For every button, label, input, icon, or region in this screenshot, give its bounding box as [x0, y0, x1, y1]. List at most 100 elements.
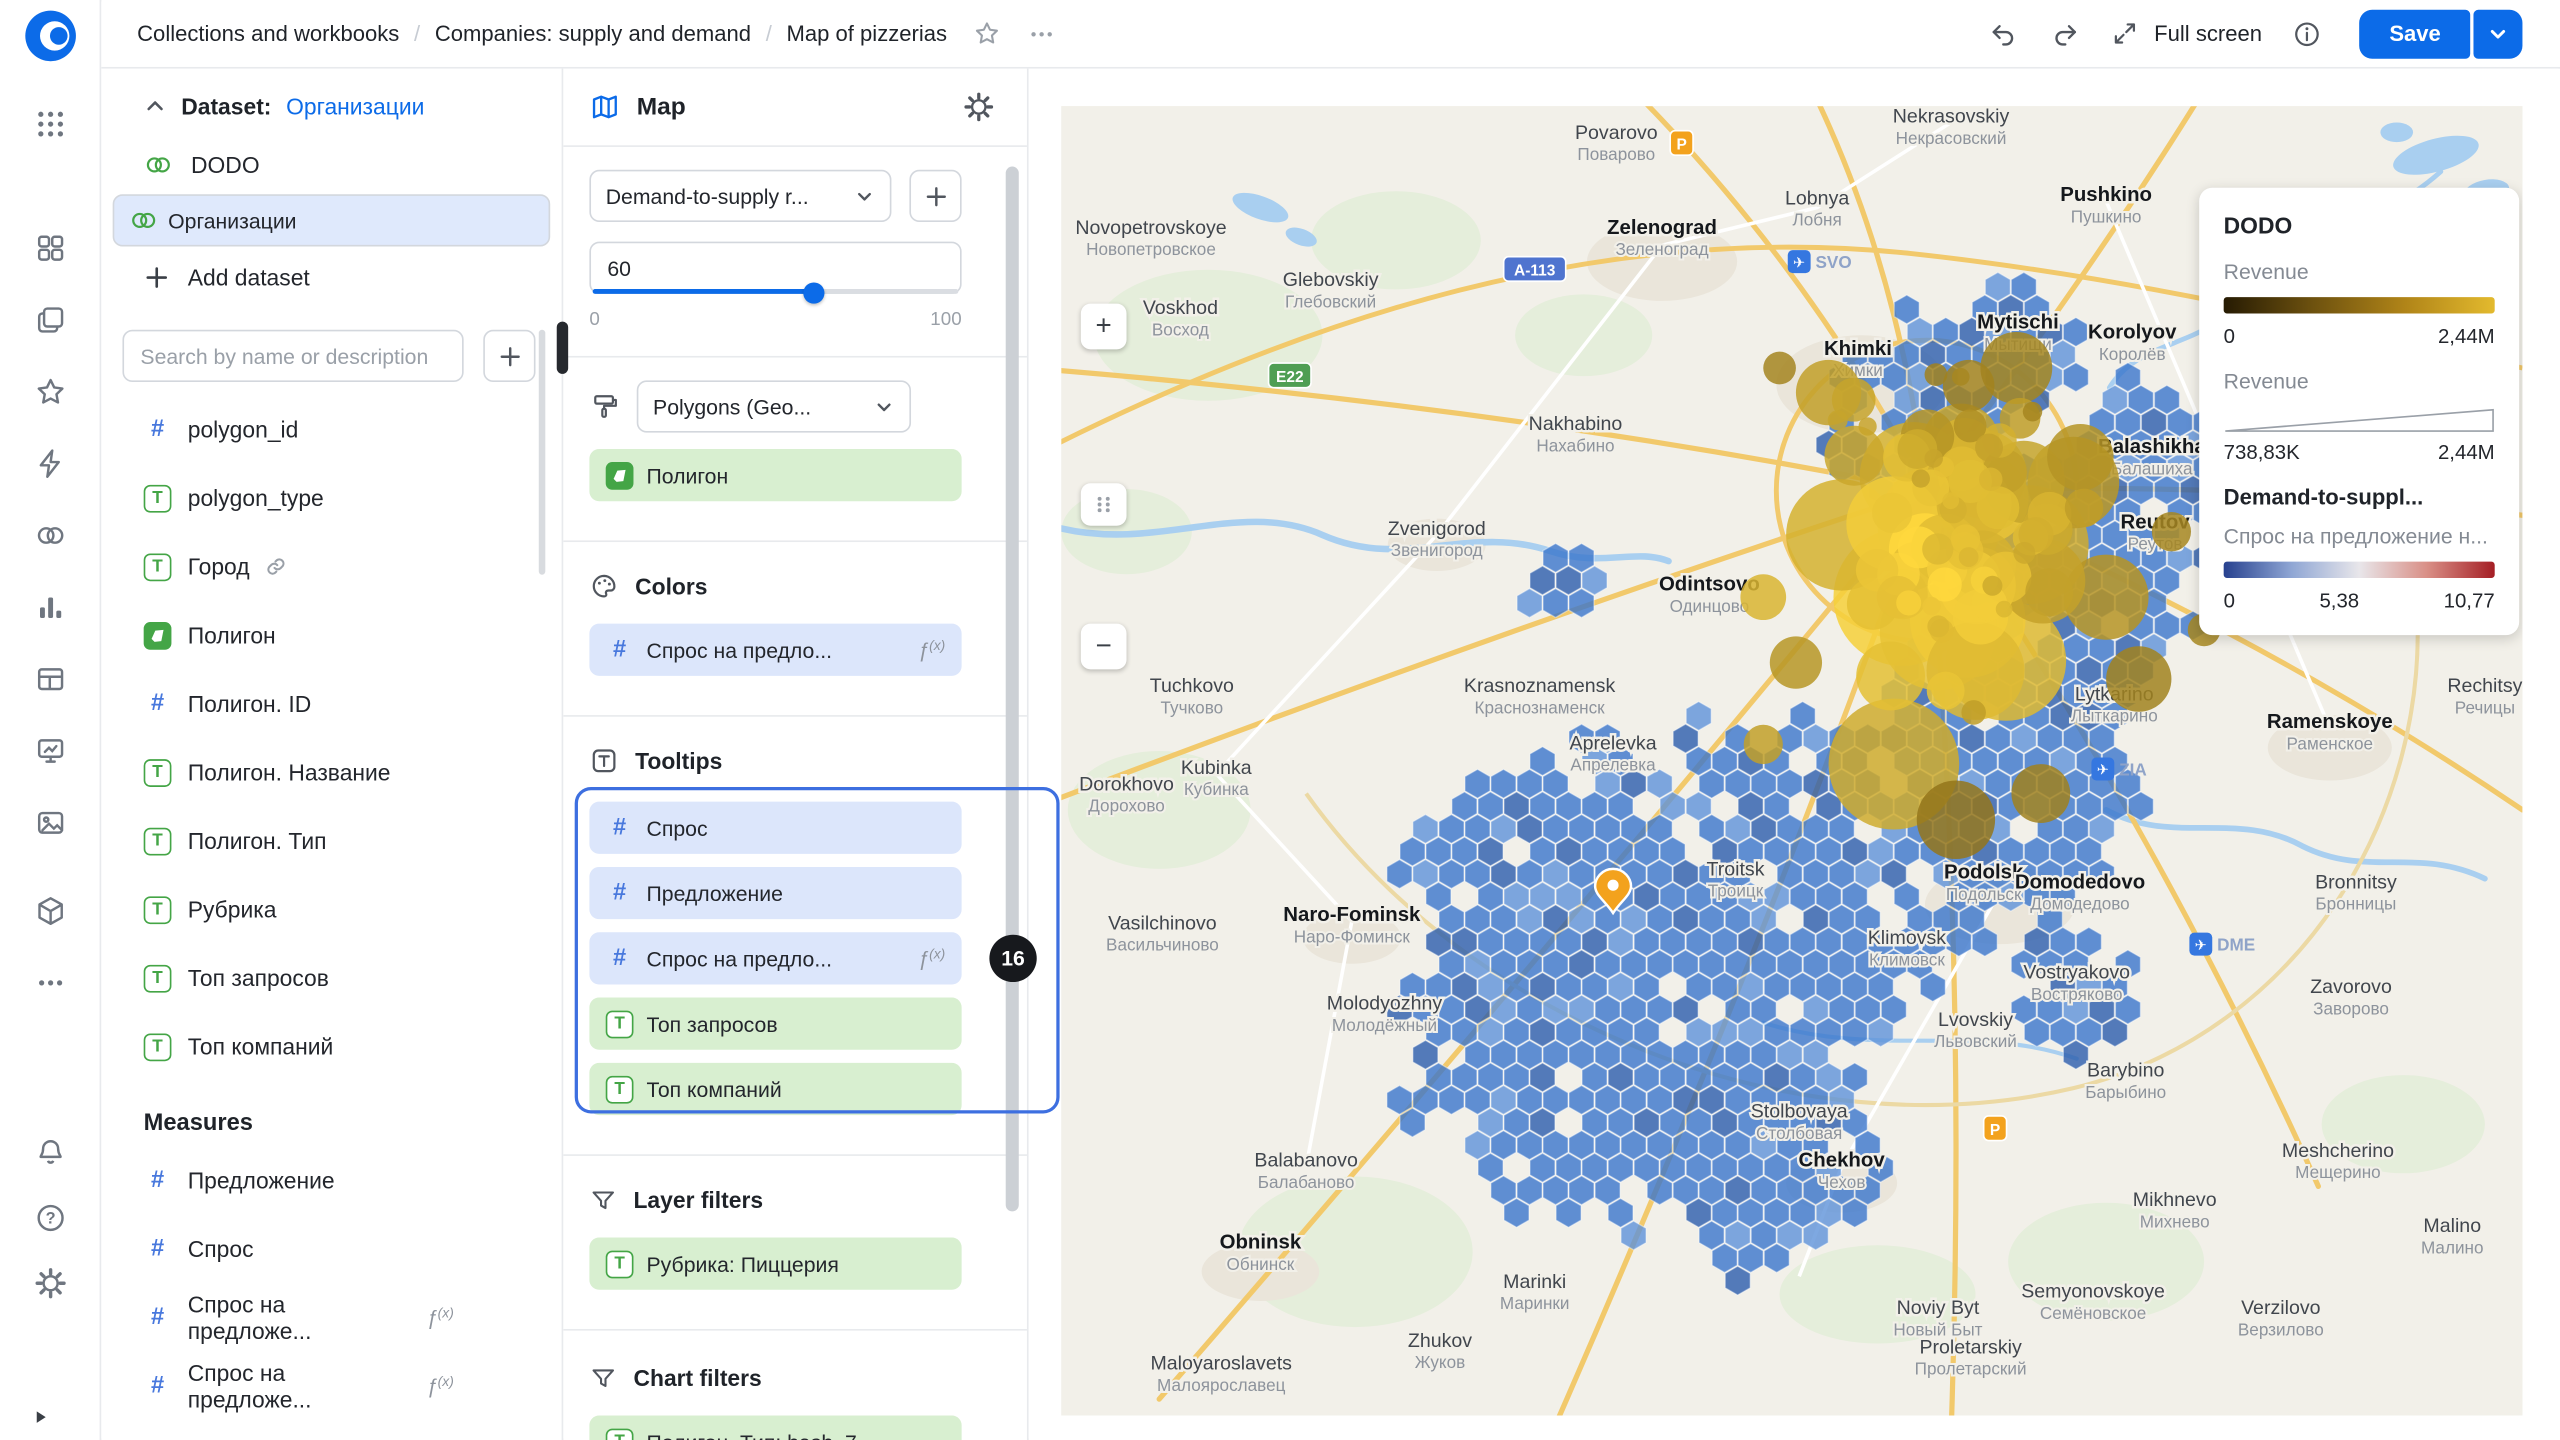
formula-icon: ƒ(x) — [918, 947, 946, 970]
svg-text:Vasilchinovo: Vasilchinovo — [1108, 912, 1217, 934]
notifications-bell-icon[interactable] — [20, 1123, 79, 1182]
datalens-logo-icon[interactable] — [20, 7, 79, 66]
charts-icon[interactable] — [20, 578, 79, 637]
favorites-star-icon[interactable] — [20, 362, 79, 421]
svg-text:Малоярославец: Малоярославец — [1157, 1375, 1286, 1395]
dataset-field[interactable]: TГород — [101, 532, 561, 601]
layer-settings-gear-icon[interactable] — [955, 84, 1001, 130]
dataset-field[interactable]: Tpolygon_type — [101, 464, 561, 533]
field-pill[interactable]: #Спрос на предло...ƒ(x) — [589, 624, 961, 676]
svg-text:Тучково: Тучково — [1161, 697, 1224, 717]
save-more-button[interactable] — [2473, 9, 2522, 58]
field-pill-label: Спрос на предло... — [647, 638, 833, 662]
zoom-in-button[interactable]: + — [1081, 304, 1127, 350]
field-label: Предложение — [188, 1167, 335, 1193]
svg-text:Balashikha: Balashikha — [2098, 436, 2206, 458]
breadcrumb-collections[interactable]: Collections and workbooks — [137, 21, 399, 45]
map-canvas[interactable]: PovarovoПоваровоNekrasovskiyНекрасовский… — [1061, 106, 2522, 1415]
add-dataset-label: Add dataset — [188, 264, 310, 290]
geopolygon-field-icon — [606, 461, 634, 489]
svg-text:Раменское: Раменское — [2287, 733, 2373, 753]
apps-grid-icon[interactable] — [20, 95, 79, 154]
dataset-name-link[interactable]: Организации — [286, 93, 424, 119]
dataset-field[interactable]: TПолигон. Название — [101, 738, 561, 807]
field-pill[interactable]: TПолигон. Тип: hash_7 — [589, 1416, 961, 1440]
add-layer-button[interactable] — [909, 170, 961, 222]
dataset-field[interactable]: #Спрос — [101, 1215, 561, 1284]
undo-icon[interactable] — [1981, 11, 2027, 57]
svg-text:Звенигород: Звенигород — [1391, 540, 1483, 560]
dashboards-icon[interactable] — [20, 219, 79, 278]
breadcrumb-workbook[interactable]: Companies: supply and demand — [435, 21, 751, 45]
datasets-rings-icon[interactable] — [20, 506, 79, 565]
dataset-field[interactable]: #Спрос на предложе...ƒ(x) — [101, 1352, 561, 1421]
settings-gear-icon[interactable] — [20, 1254, 79, 1313]
dataset-field[interactable]: TПолигон. Тип — [101, 807, 561, 876]
layer-filters-fields: TРубрика: Пиццерия — [589, 1238, 1000, 1290]
opacity-input[interactable] — [591, 243, 960, 292]
dimensions-list: #polygon_idTpolygon_typeTГородПолигон#По… — [101, 395, 561, 1081]
editor-lightning-icon[interactable] — [20, 434, 79, 493]
panel-resize-handle[interactable] — [557, 322, 568, 374]
favorite-star-icon[interactable] — [963, 11, 1009, 57]
zoom-drag-handle[interactable] — [1081, 483, 1127, 525]
tables-icon[interactable] — [20, 650, 79, 709]
dataset-scrollbar[interactable] — [539, 330, 546, 575]
more-icon[interactable] — [20, 953, 79, 1012]
layer-select[interactable]: Demand-to-supply r... — [589, 170, 891, 222]
string-field-icon: T — [606, 1075, 634, 1103]
more-actions-icon[interactable] — [1019, 11, 1065, 57]
save-button[interactable]: Save — [2360, 9, 2470, 58]
opacity-slider-handle[interactable] — [803, 282, 824, 303]
field-pill[interactable]: TТоп запросов — [589, 998, 961, 1050]
svg-text:Жуков: Жуков — [1415, 1352, 1466, 1372]
geotype-block: Polygons (Geo... Полигон — [563, 358, 1027, 542]
chevron-up-icon[interactable] — [144, 95, 167, 118]
collapse-panel-icon[interactable] — [33, 1404, 49, 1433]
legend-demand-min: 0 — [2224, 589, 2235, 612]
tooltips-title: Tooltips — [635, 748, 722, 774]
dataset-field[interactable]: #Предложение — [101, 1146, 561, 1215]
dataset-field[interactable]: TТоп компаний — [101, 1012, 561, 1081]
breadcrumb-separator: / — [414, 21, 420, 45]
legend-demand-title: Demand-to-suppl... — [2224, 485, 2495, 509]
presentations-icon[interactable] — [20, 722, 79, 781]
dataset-item-label: Организации — [168, 208, 296, 232]
dataset-field[interactable]: #Спрос на предложе...ƒ(x) — [101, 1283, 561, 1352]
layer-panel-scrollbar[interactable] — [1006, 167, 1019, 1212]
layer-filters-section: Layer filters TРубрика: Пиццерия — [563, 1156, 1027, 1331]
dataset-item-dodo[interactable]: DODO — [113, 136, 551, 193]
dataset-field[interactable]: TРубрика — [101, 875, 561, 944]
breadcrumb: Collections and workbooks / Companies: s… — [137, 21, 947, 45]
info-icon[interactable] — [2285, 11, 2331, 57]
field-pill[interactable]: #Спрос на предло...ƒ(x) — [589, 932, 961, 984]
field-pill[interactable]: Полигон — [589, 449, 961, 501]
search-input[interactable] — [122, 330, 463, 382]
media-image-icon[interactable] — [20, 793, 79, 852]
field-pill[interactable]: #Спрос — [589, 802, 961, 854]
field-pill[interactable]: TТоп компаний — [589, 1063, 961, 1115]
add-field-button[interactable] — [483, 330, 535, 382]
add-dataset-button[interactable]: Add dataset — [101, 248, 561, 307]
dataset-panel: Dataset: Организации DODO Организации Ad… — [101, 69, 563, 1440]
svg-text:Речицы: Речицы — [2455, 697, 2515, 717]
svg-text:Верзилово: Верзилово — [2238, 1319, 2324, 1339]
dataset-field[interactable]: #polygon_id — [101, 395, 561, 464]
dataset-field[interactable]: TТоп запросов — [101, 944, 561, 1013]
geotype-select[interactable]: Polygons (Geo... — [637, 380, 911, 432]
dataset-field[interactable]: Полигон — [101, 601, 561, 670]
layer-filters-funnel-icon — [589, 1186, 617, 1214]
collections-icon[interactable] — [20, 291, 79, 350]
full-screen-button[interactable]: Full screen — [2112, 20, 2262, 48]
field-pill[interactable]: TРубрика: Пиццерия — [589, 1238, 961, 1290]
svg-text:Королёв: Королёв — [2099, 344, 2166, 364]
dataset-field[interactable]: #Полигон. ID — [101, 669, 561, 738]
svg-text:Львовский: Львовский — [1934, 1031, 2017, 1051]
zoom-out-button[interactable]: − — [1081, 624, 1127, 670]
services-cube-icon[interactable] — [20, 882, 79, 941]
help-icon[interactable]: ? — [20, 1189, 79, 1248]
field-pill-label: Топ запросов — [647, 1011, 778, 1035]
dataset-item-organizacii[interactable]: Организации — [113, 194, 551, 246]
field-pill[interactable]: #Предложение — [589, 867, 961, 919]
redo-icon[interactable] — [2043, 11, 2089, 57]
